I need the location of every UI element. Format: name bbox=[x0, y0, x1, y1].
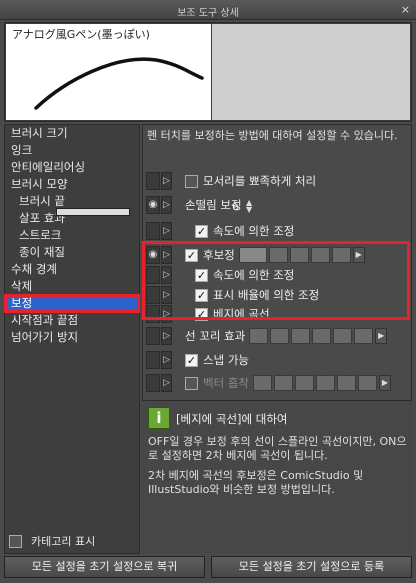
category-item[interactable]: 브러시 크기 bbox=[5, 125, 139, 142]
window-title: 보조 도구 상세 bbox=[177, 8, 239, 19]
info-panel: i [베지에 곡선]에 대하여 OFF일 경우 보정 후의 선이 스플라인 곡선… bbox=[142, 400, 412, 554]
spin-arrows-icon[interactable]: ▲ ▼ bbox=[246, 199, 252, 214]
sharp-corner-label: 모서리를 뾰족하게 처리 bbox=[203, 174, 317, 188]
setting-row-snap[interactable]: ▷ ✓ 스냅 가능 bbox=[146, 350, 408, 370]
footer-buttons: 모든 설정을 초기 설정으로 복귀 모든 설정을 초기 설정으로 등록 bbox=[4, 556, 412, 580]
vector-snap-cells[interactable]: ▶ bbox=[252, 375, 391, 391]
panel-description: 펜 터치를 보정하는 방법에 대하여 설정할 수 있습니다. bbox=[147, 129, 398, 142]
category-item[interactable]: 브러시 모양 bbox=[5, 176, 139, 193]
speed-adjust-checkbox[interactable]: ✓ bbox=[195, 224, 208, 238]
category-item[interactable]: 시작점과 끝점 bbox=[5, 312, 139, 329]
vector-snap-checkbox[interactable] bbox=[185, 376, 198, 390]
eye-icon[interactable] bbox=[146, 374, 160, 392]
info-title: [베지에 곡선]에 대하여 bbox=[176, 412, 288, 426]
sharp-corner-checkbox[interactable] bbox=[185, 174, 198, 188]
setting-row-line-tail[interactable]: ▷ 선 꼬리 효과 ▶ bbox=[146, 326, 408, 346]
line-tail-label: 선 꼬리 효과 bbox=[185, 329, 246, 343]
category-item[interactable]: 보정 bbox=[4, 294, 140, 313]
category-item[interactable]: 넘어가기 방지 bbox=[5, 329, 139, 346]
lock-icon[interactable]: ▷ bbox=[161, 222, 172, 240]
preview-side-panel bbox=[212, 24, 410, 120]
category-item[interactable]: 잉크 bbox=[5, 142, 139, 159]
lock-icon[interactable]: ▷ bbox=[161, 327, 172, 345]
setting-row-vector-snap[interactable]: ▷ 벡터 흡착 ▶ bbox=[146, 373, 408, 393]
info-paragraph-1: OFF일 경우 보정 후의 선이 스플라인 곡선이지만, ON으로 설정하면 2… bbox=[148, 435, 407, 462]
stabilization-slider[interactable] bbox=[56, 208, 130, 216]
eye-icon[interactable] bbox=[146, 172, 160, 190]
register-defaults-button[interactable]: 모든 설정을 초기 설정으로 등록 bbox=[211, 556, 412, 578]
stabilization-value[interactable]: 6 bbox=[232, 200, 239, 213]
category-item[interactable]: 종이 재질 bbox=[5, 244, 139, 261]
lock-icon[interactable]: ▷ bbox=[161, 374, 172, 392]
eye-icon[interactable]: ◉ bbox=[146, 196, 160, 214]
category-item[interactable]: 삭제 bbox=[5, 278, 139, 295]
category-item[interactable]: 스트로크 bbox=[5, 227, 139, 244]
brush-preview: アナログ風Gペン(墨っぽい) bbox=[4, 22, 412, 122]
category-list: 브러시 크기 잉크 안티에일리어싱 브러시 모양 브러시 끝 살포 효과 스트로크 종이 재질… bbox=[4, 124, 140, 554]
category-display-label: 카테고리 표시 bbox=[31, 535, 96, 548]
category-item[interactable]: 안티에일리어싱 bbox=[5, 159, 139, 176]
snap-label: 스냅 가능 bbox=[203, 353, 249, 367]
eye-icon[interactable] bbox=[146, 351, 160, 369]
stroke-sample bbox=[34, 57, 204, 110]
reset-defaults-button[interactable]: 모든 설정을 초기 설정으로 복귀 bbox=[4, 556, 205, 578]
lock-icon[interactable]: ▷ bbox=[161, 196, 172, 214]
category-display-checkbox[interactable] bbox=[9, 534, 22, 548]
vector-snap-label: 벡터 흡착 bbox=[203, 376, 249, 390]
annotation-highlight bbox=[142, 241, 410, 320]
setting-row-sharp-corner[interactable]: ▷ 모서리를 뾰족하게 처리 bbox=[146, 171, 408, 191]
category-display-toggle[interactable]: 카테고리 표시 bbox=[9, 533, 95, 549]
setting-row-speed-adjust[interactable]: ▷ ✓ 속도에 의한 조정 bbox=[146, 221, 408, 241]
lock-icon[interactable]: ▷ bbox=[161, 351, 172, 369]
setting-row-stabilization[interactable]: ◉ ▷ 손떨림 보정 bbox=[146, 195, 408, 215]
snap-checkbox[interactable]: ✓ bbox=[185, 353, 198, 367]
info-icon: i bbox=[148, 407, 170, 429]
line-tail-cells[interactable]: ▶ bbox=[249, 328, 388, 344]
lock-icon[interactable]: ▷ bbox=[161, 172, 172, 190]
title-bar: 보조 도구 상세 × bbox=[0, 0, 416, 20]
speed-adjust-label: 속도에 의한 조정 bbox=[213, 224, 295, 238]
eye-icon[interactable] bbox=[146, 327, 160, 345]
close-icon[interactable]: × bbox=[401, 3, 410, 16]
stroke-preview-area: アナログ風Gペン(墨っぽい) bbox=[6, 24, 211, 120]
category-item[interactable]: 수채 경계 bbox=[5, 261, 139, 278]
eye-icon[interactable] bbox=[146, 222, 160, 240]
info-paragraph-2: 2차 베지에 곡선의 후보정은 ComicStudio 및 IllustStud… bbox=[148, 469, 364, 496]
